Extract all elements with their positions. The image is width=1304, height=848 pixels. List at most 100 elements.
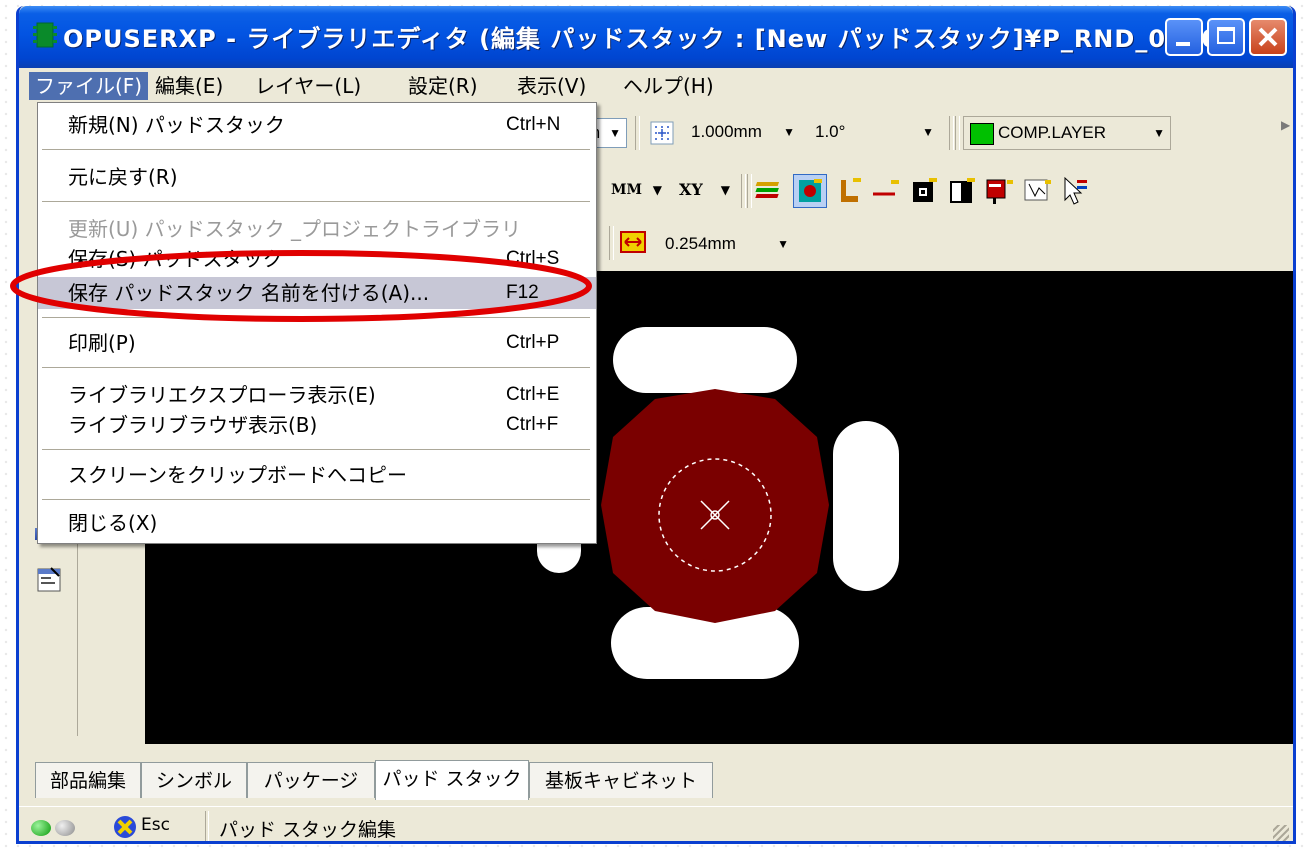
menu-separator	[42, 201, 590, 203]
maximize-icon	[1217, 27, 1235, 44]
mm-combo[interactable]: MM ▼	[605, 176, 667, 206]
menu-item-shortcut: Ctrl+S	[506, 248, 560, 269]
esc-button[interactable]: Esc	[113, 813, 193, 841]
status-gray-led-icon	[55, 820, 75, 836]
file-menu-item-save-as[interactable]: 保存 パッドスタック 名前を付ける(A)... F12	[38, 277, 596, 309]
chevron-down-icon: ▼	[720, 183, 730, 197]
chevron-down-icon: ▼	[1153, 126, 1165, 140]
menu-settings[interactable]: 設定(R)	[402, 72, 484, 100]
chevron-down-icon: ▼	[922, 125, 934, 139]
toolbar-separator	[955, 116, 960, 150]
angle-combo[interactable]: 1.0° ▼	[809, 118, 939, 148]
menu-item-label: 新規(N) パッドスタック	[68, 113, 285, 137]
menu-separator	[42, 367, 590, 369]
minimize-icon	[1176, 42, 1190, 46]
select-shape-icon[interactable]	[1021, 174, 1055, 208]
menu-separator	[42, 499, 590, 501]
status-divider	[205, 811, 209, 841]
layer-combo[interactable]: COMP.LAYER ▼	[963, 116, 1171, 150]
menu-separator	[42, 449, 590, 451]
tab-symbol[interactable]: シンボル	[141, 762, 247, 798]
menu-item-shortcut: Ctrl+E	[506, 384, 560, 405]
width-combo[interactable]: 0.254mm ▼	[659, 230, 809, 260]
tab-padstack[interactable]: パッド スタック	[375, 760, 529, 800]
app-window: OPUSERXP - ライブラリエディタ (編集 パッドスタック : [New …	[16, 6, 1296, 844]
esc-label: Esc	[141, 815, 170, 835]
layer-stack-icon[interactable]	[755, 174, 789, 208]
close-button[interactable]	[1249, 18, 1287, 56]
layer-combo-value: COMP.LAYER	[998, 123, 1107, 142]
close-icon	[1258, 27, 1278, 47]
file-menu-item-new[interactable]: 新規(N) パッドスタック Ctrl+N	[38, 109, 596, 141]
toolbar-separator	[635, 116, 640, 150]
title-bar[interactable]: OPUSERXP - ライブラリエディタ (編集 パッドスタック : [New …	[19, 6, 1293, 68]
menu-item-label: 閉じる(X)	[68, 511, 158, 535]
menu-help[interactable]: ヘルプ(H)	[617, 72, 720, 100]
file-menu-item-copy-screen[interactable]: スクリーンをクリップボードへコピー	[38, 459, 596, 491]
chevron-down-icon: ▼	[777, 237, 789, 251]
line-icon[interactable]	[869, 174, 903, 208]
thermal-spoke-top	[613, 327, 797, 393]
menu-bar: ファイル(F) 編集(E) レイヤー(L) 設定(R) 表示(V) ヘルプ(H)	[19, 68, 1293, 104]
status-mode-text: パッド スタック編集	[219, 819, 397, 841]
toolbar-separator	[949, 116, 954, 150]
square-pad-icon[interactable]	[907, 174, 941, 208]
layer-color-swatch	[970, 123, 994, 145]
menu-file[interactable]: ファイル(F)	[29, 72, 149, 100]
editor-tab-bar: 部品編集 シンボル パッケージ パッド スタック 基板キャビネット	[19, 760, 1293, 804]
maximize-button[interactable]	[1207, 18, 1245, 56]
chevron-down-icon: ▼	[783, 125, 795, 139]
pad-icon[interactable]	[793, 174, 827, 208]
menu-item-shortcut: Ctrl+N	[506, 114, 561, 135]
width-icon[interactable]	[619, 228, 649, 258]
status-bar: Esc パッド スタック編集	[19, 806, 1293, 841]
menu-edit[interactable]: 編集(E)	[149, 72, 229, 100]
thermal-spoke-right	[833, 421, 899, 591]
grid-icon[interactable]	[645, 116, 679, 150]
pointer-icon[interactable]	[1059, 174, 1093, 208]
menu-item-label: 印刷(P)	[68, 331, 136, 355]
file-menu-item-save[interactable]: 保存(S) パッドスタック Ctrl+S	[38, 243, 596, 275]
menu-separator	[42, 149, 590, 151]
toolbar-overflow-icon[interactable]: ▶	[1281, 118, 1290, 132]
menu-item-shortcut: F12	[506, 282, 539, 303]
xy-combo[interactable]: XY ▼	[673, 176, 735, 206]
mm-combo-value: MM	[611, 182, 642, 198]
tab-package[interactable]: パッケージ	[247, 762, 375, 798]
file-menu-item-library-explorer[interactable]: ライブラリエクスプローラ表示(E) Ctrl+E	[38, 379, 596, 411]
minimize-button[interactable]	[1165, 18, 1203, 56]
menu-view[interactable]: 表示(V)	[511, 72, 592, 100]
file-menu-item-revert[interactable]: 元に戻す(R)	[38, 161, 596, 193]
tab-part-edit[interactable]: 部品編集	[35, 762, 141, 798]
angle-combo-value: 1.0°	[815, 122, 846, 141]
pad-properties-icon[interactable]	[983, 174, 1017, 208]
menu-item-label: 保存(S) パッドスタック	[68, 247, 283, 271]
toolbar-separator	[741, 174, 746, 208]
menu-item-shortcut: Ctrl+F	[506, 414, 559, 435]
properties-icon[interactable]	[35, 564, 65, 594]
app-icon	[33, 22, 57, 48]
grid-combo-value: 1.000mm	[691, 122, 762, 141]
half-pad-icon[interactable]	[945, 174, 979, 208]
xy-combo-value: XY	[679, 180, 703, 199]
menu-layer[interactable]: レイヤー(L)	[249, 72, 367, 100]
file-menu-dropdown: 新規(N) パッドスタック Ctrl+N 元に戻す(R) 更新(U) パッドスタッ…	[37, 102, 597, 544]
menu-item-label: 更新(U) パッドスタック _プロジェクトライブラリ	[68, 217, 521, 241]
menu-item-shortcut: Ctrl+P	[506, 332, 560, 353]
file-menu-item-library-browser[interactable]: ライブラリブラウザ表示(B) Ctrl+F	[38, 409, 596, 441]
menu-item-label: 保存 パッドスタック 名前を付ける(A)...	[68, 281, 430, 305]
resize-grip-icon[interactable]	[1273, 825, 1289, 841]
status-green-led-icon	[31, 820, 51, 836]
file-menu-item-print[interactable]: 印刷(P) Ctrl+P	[38, 327, 596, 359]
menu-item-label: 元に戻す(R)	[68, 165, 178, 189]
tab-board-cabinet[interactable]: 基板キャビネット	[529, 762, 713, 798]
menu-item-label: ライブラリエクスプローラ表示(E)	[68, 383, 376, 407]
file-menu-item-update: 更新(U) パッドスタック _プロジェクトライブラリ	[38, 213, 596, 245]
width-combo-value: 0.254mm	[665, 234, 736, 253]
drill-icon[interactable]	[831, 174, 865, 208]
menu-item-label: ライブラリブラウザ表示(B)	[68, 413, 318, 437]
toolbar-separator	[747, 174, 752, 208]
menu-separator	[42, 317, 590, 319]
file-menu-item-close[interactable]: 閉じる(X)	[38, 507, 596, 539]
chevron-down-icon: ▼	[609, 126, 621, 140]
